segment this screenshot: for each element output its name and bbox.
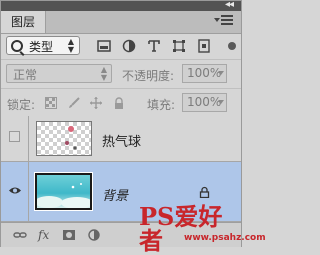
chevron-updown-icon: ▲ ▼ <box>67 37 74 54</box>
filter-toggle-switch[interactable] <box>228 42 236 50</box>
lock-row: 锁定: 填充: 100% <box>1 88 241 117</box>
layer-name[interactable]: 背景 <box>102 185 128 204</box>
layer-thumbnail[interactable] <box>34 172 93 211</box>
adjustment-layer-icon[interactable] <box>87 229 101 241</box>
panel-menu-icon[interactable] <box>214 15 233 27</box>
lock-icon <box>199 186 210 198</box>
smart-object-filter-icon[interactable] <box>197 39 211 53</box>
fill-input[interactable]: 100% <box>182 93 227 112</box>
shape-filter-icon[interactable] <box>172 39 186 53</box>
layers-panel: ◂◂ 图层 类型 ▲ ▼ 正常 ▲ ▼ 不透明度: 100% 锁定: 填充: 1… <box>0 0 266 253</box>
blend-row: 正常 ▲ ▼ 不透明度: 100% <box>1 59 241 88</box>
panel-title-strip: ◂◂ <box>1 0 241 11</box>
tab-layers[interactable]: 图层 <box>1 11 46 33</box>
lock-image-pixels-icon[interactable] <box>68 97 80 109</box>
balloon-thumbnail-art <box>65 126 77 150</box>
panel-tab-row: 图层 <box>1 11 241 34</box>
image-filter-icon[interactable] <box>97 39 111 53</box>
watermark-logo: PS爱好者 <box>139 202 223 255</box>
opacity-input[interactable]: 100% <box>182 64 227 83</box>
layer-filter-row: 类型 ▲ ▼ <box>1 34 241 58</box>
chevron-updown-icon: ▲ ▼ <box>100 65 107 82</box>
eye-icon[interactable] <box>8 186 22 195</box>
fill-value: 100% <box>187 95 222 109</box>
layer-row-balloon[interactable]: 热气球 <box>1 116 241 162</box>
lock-all-icon[interactable] <box>113 97 125 109</box>
lock-position-icon[interactable] <box>90 97 102 109</box>
lock-label: 锁定: <box>7 98 36 112</box>
text-filter-icon[interactable] <box>147 39 161 53</box>
fx-icon[interactable]: fx <box>38 229 52 241</box>
layer-name[interactable]: 热气球 <box>102 131 141 150</box>
sky-thumbnail-art <box>37 183 90 208</box>
fill-label: 填充: <box>147 98 176 112</box>
opacity-label: 不透明度: <box>122 69 175 83</box>
adjustment-filter-icon[interactable] <box>122 39 136 53</box>
search-icon <box>11 40 23 52</box>
layer-thumbnail[interactable] <box>36 121 92 156</box>
visibility-toggle[interactable] <box>1 162 29 222</box>
filter-kind-select[interactable]: 类型 ▲ ▼ <box>6 36 80 55</box>
chevron-down-icon[interactable] <box>218 71 224 75</box>
lock-transparent-pixels-icon[interactable] <box>45 97 57 109</box>
blend-mode-select[interactable]: 正常 ▲ ▼ <box>6 64 112 83</box>
link-layers-icon[interactable] <box>13 229 27 241</box>
opacity-value: 100% <box>187 66 222 80</box>
visibility-toggle[interactable] <box>1 116 29 161</box>
visibility-off-box[interactable] <box>9 131 20 142</box>
collapse-panel-button[interactable]: ◂◂ <box>225 0 234 10</box>
blend-mode-value: 正常 <box>13 68 38 82</box>
filter-kind-label: 类型 <box>29 40 54 54</box>
watermark-url: www.psahz.com <box>184 233 266 243</box>
chevron-down-icon[interactable] <box>218 100 224 104</box>
add-mask-icon[interactable] <box>62 229 76 241</box>
